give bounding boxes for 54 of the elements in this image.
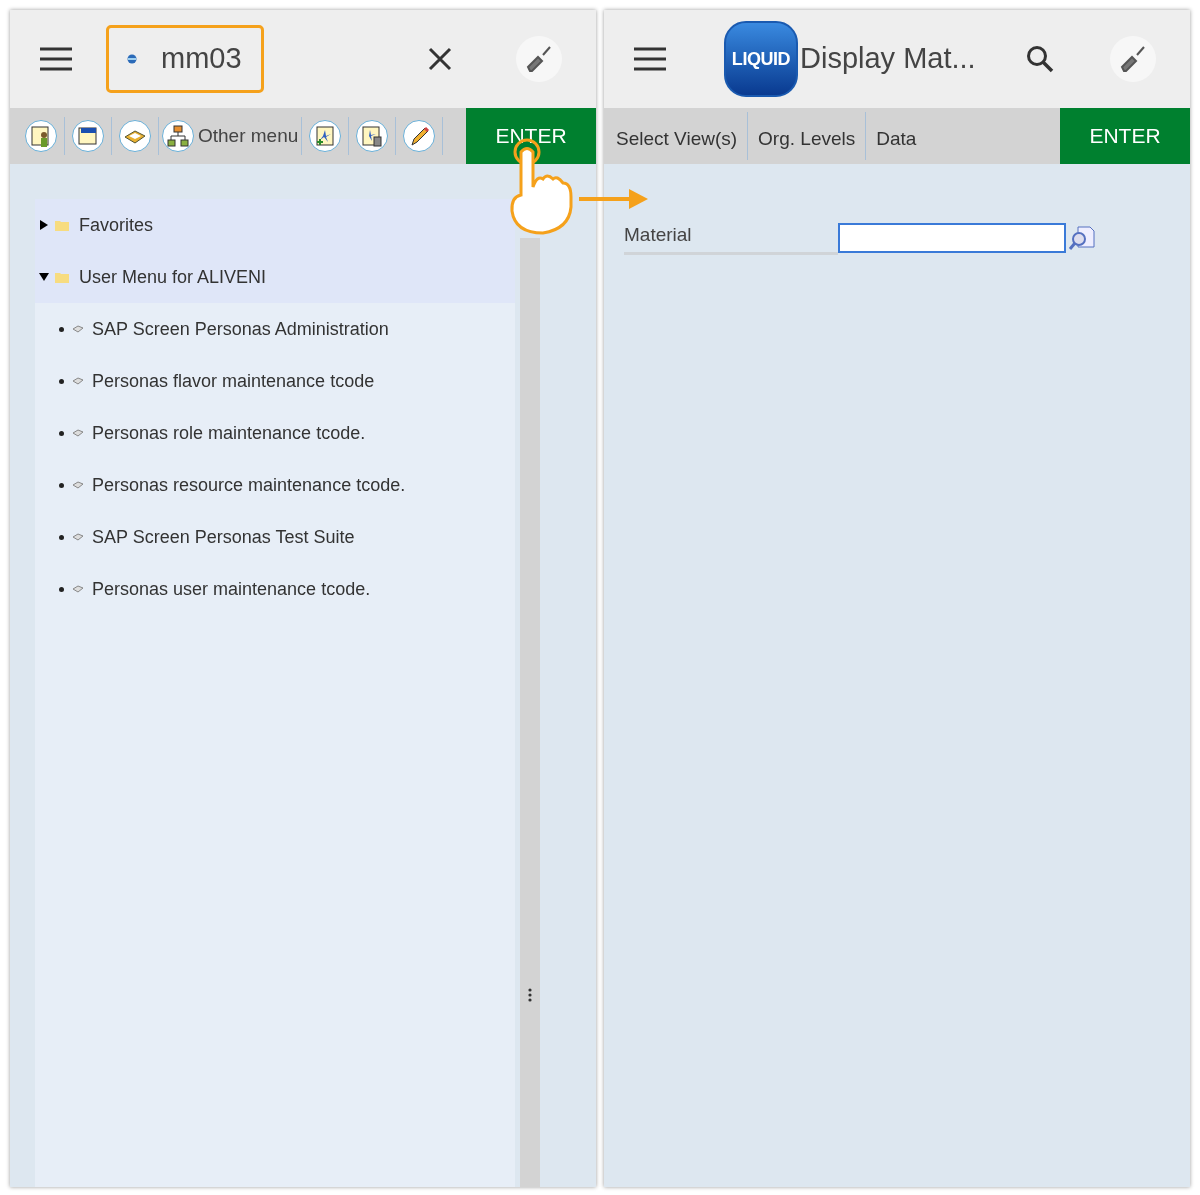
bullet-icon [59,430,64,436]
transaction-field[interactable]: mm03 [106,25,264,93]
tab[interactable]: Select View(s) [606,118,748,154]
tree-item-label[interactable]: Personas resource maintenance tcode. [92,471,406,499]
paintbrush-button[interactable] [516,36,562,82]
toolbar-icon [72,120,104,152]
tree-node-label[interactable]: User Menu for ALIVENI [79,263,267,291]
tree-node-label[interactable]: Favorites [79,211,154,239]
toolbar-icon [25,120,57,152]
close-icon[interactable] [428,47,452,71]
transaction-icon [72,532,84,542]
status-dot-icon [127,54,137,64]
toolbar-button[interactable]: Other menu [159,120,302,152]
paintbrush-icon [1120,45,1146,73]
folder-icon [55,219,69,231]
search-icon[interactable] [1026,45,1054,73]
toolbar-icon [119,120,151,152]
transaction-icon [72,428,84,438]
bullet-icon [59,326,64,332]
toolbar-icon [403,120,436,152]
collapsed-triangle-icon[interactable] [39,220,49,230]
tree-item-label[interactable]: SAP Screen Personas Test Suite [92,523,355,551]
transaction-icon [72,376,84,386]
transaction-icon [72,324,84,334]
screen-title: Display Mat... [800,41,976,77]
bullet-icon [59,482,64,488]
bullet-icon [59,378,64,384]
tab[interactable]: Org. Levels [748,118,866,154]
more-dots-icon[interactable] [528,988,532,1002]
transaction-icon [72,480,84,490]
paintbrush-button[interactable] [1110,36,1156,82]
app-logo: LIQUID [724,21,798,97]
tree-item-label[interactable]: Personas flavor maintenance tcode [92,367,375,395]
menu-icon[interactable] [634,47,666,71]
paintbrush-icon [526,45,552,73]
menu-icon[interactable] [40,47,72,71]
bullet-icon [59,586,64,592]
toolbar-icon [162,120,194,152]
tree-item-label[interactable]: Personas role maintenance tcode. [92,419,366,447]
expanded-triangle-icon[interactable] [39,272,49,282]
enter-button[interactable]: ENTER [466,108,596,164]
enter-button[interactable]: ENTER [1060,108,1190,164]
tree-item-label[interactable]: SAP Screen Personas Administration [92,315,389,343]
folder-icon [55,271,69,283]
tab[interactable]: Data [866,118,927,154]
tree-item-label[interactable]: Personas user maintenance tcode. [92,575,371,603]
input-field[interactable] [838,222,1066,253]
transaction-code: mm03 [161,41,242,77]
search-help-icon[interactable] [1068,224,1096,251]
bullet-icon [59,534,64,540]
toolbar-icon [309,120,342,152]
transaction-icon [72,584,84,594]
toolbar-icon [356,120,389,152]
arrow-icon [579,188,649,210]
